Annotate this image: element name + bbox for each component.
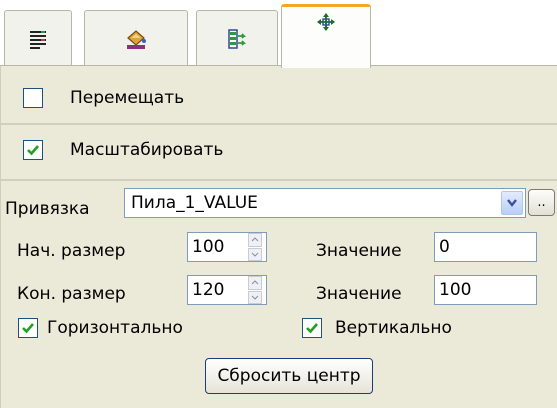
binding-browse-button[interactable]: .. (528, 189, 555, 216)
list-lines-icon (29, 29, 47, 49)
scale-checkbox[interactable] (23, 140, 43, 160)
spin-down-icon[interactable] (248, 290, 262, 304)
layout-arrows-icon (227, 28, 247, 50)
spin-up-icon[interactable] (248, 276, 262, 290)
vertical-label: Вертикально (335, 318, 452, 338)
binding-label: Привязка (5, 199, 90, 219)
paint-bucket-icon (124, 28, 148, 50)
checkmark-icon (27, 145, 39, 156)
properties-panel: Перемещать Масштабировать Привязка Пила_… (0, 0, 557, 408)
checkmark-icon (22, 323, 34, 334)
start-value-label: Значение (316, 241, 402, 261)
end-size-value: 120 (192, 280, 225, 300)
start-size-value: 100 (192, 237, 225, 257)
tab-content: Перемещать Масштабировать Привязка Пила_… (0, 66, 557, 408)
vertical-checkbox[interactable] (302, 318, 322, 338)
move-arrows-icon (315, 12, 337, 32)
end-value-text: 100 (439, 280, 472, 300)
binding-select[interactable]: Пила_1_VALUE (124, 188, 526, 218)
binding-dropdown-button[interactable] (501, 191, 523, 215)
start-size-spinner[interactable] (248, 233, 262, 261)
reset-center-button[interactable]: Сбросить центр (205, 358, 373, 394)
binding-value: Пила_1_VALUE (131, 193, 258, 213)
scale-label: Масштабировать (70, 140, 224, 160)
move-group: Перемещать (1, 69, 557, 125)
end-value-label: Значение (316, 284, 402, 304)
end-size-spinner[interactable] (248, 276, 262, 304)
end-size-label: Кон. размер (17, 284, 126, 304)
move-checkbox[interactable] (23, 88, 43, 108)
start-value-text: 0 (439, 237, 450, 257)
end-value-input[interactable]: 100 (434, 275, 537, 305)
start-size-label: Нач. размер (17, 241, 126, 261)
tab-strip (0, 0, 557, 68)
tab-layout[interactable] (196, 10, 278, 66)
checkmark-icon (306, 323, 318, 334)
horizontal-label: Горизонтально (47, 318, 183, 338)
tab-transform[interactable] (281, 4, 371, 68)
tab-list[interactable] (4, 10, 72, 66)
tab-fill[interactable] (84, 10, 188, 66)
start-value-input[interactable]: 0 (434, 232, 537, 262)
move-label: Перемещать (70, 88, 185, 108)
spin-down-icon[interactable] (248, 247, 262, 261)
horizontal-checkbox[interactable] (18, 318, 38, 338)
spin-up-icon[interactable] (248, 233, 262, 247)
chevron-down-icon (507, 199, 517, 207)
scale-group: Масштабировать (1, 125, 557, 181)
